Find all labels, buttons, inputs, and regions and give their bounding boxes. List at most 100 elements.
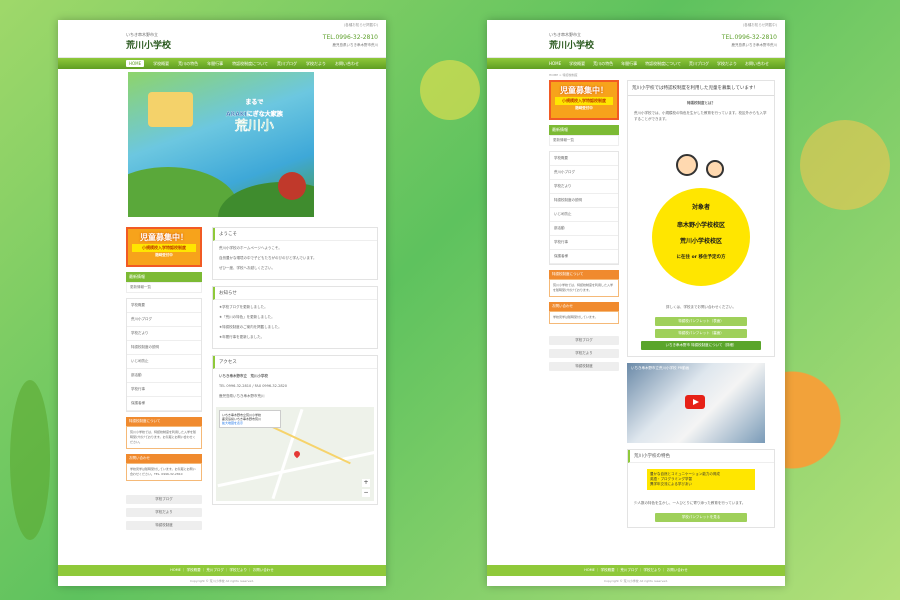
article-intro: 特認校制度とは？	[687, 101, 715, 105]
hero-line1: まるで	[245, 99, 264, 106]
nav-item[interactable]: 荒川ブログ	[277, 61, 297, 67]
sidebar-box-body[interactable]: 更新情報一覧	[549, 135, 619, 146]
poster-condition: に在住 or 移住予定の方	[676, 255, 726, 260]
sidebar-link-button[interactable]: 学校だより	[126, 508, 202, 517]
play-icon[interactable]	[685, 395, 705, 409]
sidebar-item[interactable]: 特認校制度の説明	[127, 341, 201, 355]
nav-item[interactable]: 特認校制度について	[645, 61, 681, 67]
sidebar-link-button[interactable]: 学校ブログ	[549, 336, 619, 345]
features-text: 少人数の特色を生かし、一人ひとりに寄り添った教育を行っています。	[634, 501, 746, 505]
sidebar-orange-title: お問い合わせ	[549, 302, 619, 311]
sidebar-item[interactable]: 保護者様	[550, 250, 618, 264]
features-box: 荒川小学校の特色 豊かな自然とコミュニケーション能力の育成 英語・プログラミング…	[627, 449, 775, 528]
background-blob	[420, 60, 480, 120]
school-pamphlet-button[interactable]: 学校パンフレットを見る	[655, 513, 747, 522]
recruit-banner[interactable]: 児童募集中！ 小規模校入学特認校制度 随時受付中	[126, 227, 202, 267]
access-info: いちき串木野市立 荒川小学校 TEL 0996-32-2810 / FAX 09…	[213, 369, 377, 407]
sidebar-box-body[interactable]: 更新情報一覧	[126, 282, 202, 293]
news-item[interactable]: ★学校ブログを更新しました。	[219, 304, 371, 310]
header-address: 鹿児島県いちき串木野市荒川	[332, 43, 379, 47]
site-footer: HOME ｜ 学校概要 ｜ 荒川ブログ ｜ 学校だより ｜ お問い合わせ Cop…	[58, 565, 386, 586]
nav-item-home[interactable]: HOME	[549, 61, 561, 66]
news-list: ★学校ブログを更新しました。 ★「荒川の特色」を更新しました。 ★特認校制度のご…	[213, 300, 377, 348]
map-enlarge-link[interactable]: 拡大地図を表示	[222, 421, 278, 425]
sidebar-link-button[interactable]: 学校だより	[549, 349, 619, 358]
pamphlet-front-button[interactable]: 特認校パンフレット（表面）	[655, 317, 747, 326]
poster-area-2: 荒川小学校校区	[679, 238, 722, 245]
news-item[interactable]: ★年間行事を更新しました。	[219, 334, 371, 340]
nav-item[interactable]: お問い合わせ	[335, 61, 359, 67]
nav-item[interactable]: 年間行事	[207, 61, 223, 67]
sidebar-item[interactable]: 荒川小ブログ	[127, 313, 201, 327]
zoom-in-button[interactable]: +	[362, 479, 370, 487]
article-text: 荒川小学校では、小規模校の特色を生かした教育を行っています。校区外からも入学する…	[634, 111, 767, 121]
header-notice: (各種お知らせ掲載中)	[343, 23, 378, 27]
access-title: アクセス	[213, 356, 377, 369]
poster-drumsticks	[666, 142, 736, 184]
hero-drum	[278, 172, 306, 200]
hero-building	[148, 92, 193, 127]
news-item[interactable]: ★特認校制度のご案内を掲載しました。	[219, 324, 371, 330]
zoom-out-button[interactable]: −	[362, 489, 370, 497]
sidebar-menu: 学校概要 荒川小ブログ 学校だより 特認校制度の説明 いじめ防止 部活動 学校行…	[126, 298, 202, 412]
pamphlet-back-button[interactable]: 特認校パンフレット（裏面）	[655, 329, 747, 338]
hero-illustration: まるで ARAKIにぎな大家族 荒川小	[128, 72, 314, 217]
recruit-title: 児童募集中！	[140, 233, 188, 242]
sidebar-item[interactable]: 部活動	[550, 222, 618, 236]
site-header: いちき串木野市立 荒川小学校 (各種お知らせ掲載中) TEL.0996-32-2…	[487, 20, 785, 58]
nav-item[interactable]: 特認校制度について	[232, 61, 268, 67]
footer-links[interactable]: HOME ｜ 学校概要 ｜ 荒川ブログ ｜ 学校だより ｜ お問い合わせ	[487, 565, 785, 576]
news-item[interactable]: ★「荒川の特色」を更新しました。	[219, 314, 371, 320]
nav-item[interactable]: 荒川ブログ	[689, 61, 709, 67]
sidebar-item[interactable]: いじめ防止	[550, 208, 618, 222]
welcome-line: 自然豊かな環境の中で子どもたちがのびのびと学んでいます。	[219, 256, 317, 260]
sidebar-link-button[interactable]: 特認校制度	[549, 362, 619, 371]
nav-item[interactable]: 年間行事	[621, 61, 637, 67]
site-title[interactable]: 荒川小学校	[126, 38, 171, 51]
footer-links[interactable]: HOME ｜ 学校概要 ｜ 荒川ブログ ｜ 学校だより ｜ お問い合わせ	[58, 565, 386, 576]
sidebar-item[interactable]: 学校行事	[127, 383, 201, 397]
welcome-title: ようこそ	[213, 228, 377, 241]
recruit-banner[interactable]: 児童募集中！ 小規模校入学特認校制度 随時受付中	[549, 80, 619, 120]
sidebar-item[interactable]: 学校だより	[550, 180, 618, 194]
nav-item[interactable]: 学校だより	[306, 61, 326, 67]
sidebar-item[interactable]: 部活動	[127, 369, 201, 383]
sidebar-item[interactable]: 学校だより	[127, 327, 201, 341]
sidebar-orange-body: 荒川小学校では、特認校制度を利用した入学を随時受け付けております。お気軽にお問い…	[126, 426, 202, 449]
homepage-screenshot: いちき串木野市立 荒川小学校 (各種お知らせ掲載中) TEL.0996-32-2…	[58, 20, 386, 586]
sidebar-item[interactable]: 学校概要	[550, 152, 618, 166]
nav-item[interactable]: 学校だより	[717, 61, 737, 67]
site-title[interactable]: 荒川小学校	[549, 38, 594, 51]
nav-item[interactable]: 学校概要	[569, 61, 585, 67]
hero-text: まるで ARAKIにぎな大家族 荒川小	[226, 97, 283, 133]
sidebar-item[interactable]: 保護者様	[127, 397, 201, 411]
sidebar-item[interactable]: 特認校制度の説明	[550, 194, 618, 208]
nav-item[interactable]: 学校概要	[153, 61, 169, 67]
sidebar-orange-title: 特認校制度について	[126, 417, 202, 426]
nav-item[interactable]: お問い合わせ	[745, 61, 769, 67]
welcome-box: ようこそ 荒川小学校のホームページへようこそ。 自然豊かな環境の中で子どもたちが…	[212, 227, 378, 280]
nav-item[interactable]: 荒川の特色	[593, 61, 613, 67]
tokuninko-detail-button[interactable]: いちき串木野市 特認校制度について（詳細）	[641, 341, 761, 350]
welcome-body: 荒川小学校のホームページへようこそ。 自然豊かな環境の中で子どもたちがのびのびと…	[213, 241, 377, 279]
sidebar-item[interactable]: 荒川小ブログ	[550, 166, 618, 180]
sidebar-item[interactable]: 学校行事	[550, 236, 618, 250]
nav-item-home[interactable]: HOME	[126, 60, 145, 67]
access-address: 鹿児島県いちき串木野市荒川	[219, 394, 265, 398]
welcome-line: 荒川小学校のホームページへようこそ。	[219, 246, 282, 250]
youtube-video[interactable]: いちき串木野市立荒川小学校 PR動画	[627, 363, 765, 443]
news-title: お知らせ	[213, 287, 377, 300]
sidebar: 児童募集中！ 小規模校入学特認校制度 随時受付中 最新情報 更新情報一覧 学校概…	[126, 227, 202, 530]
nav-item[interactable]: 荒川の特色	[178, 61, 198, 67]
map-pin-icon[interactable]	[292, 449, 302, 459]
sidebar-item[interactable]: いじめ防止	[127, 355, 201, 369]
sidebar-item[interactable]: 学校概要	[127, 299, 201, 313]
header-address: 鹿児島県いちき串木野市荒川	[731, 43, 778, 47]
sidebar-link-button[interactable]: 学校ブログ	[126, 495, 202, 504]
footer-copyright: Copyright © 荒川小学校 All rights reserved.	[487, 576, 785, 586]
sidebar-link-button[interactable]: 特認校制度	[126, 521, 202, 530]
breadcrumb[interactable]: HOME > 特認校制度	[549, 73, 578, 77]
features-highlight: 豊かな自然とコミュニケーション能力の育成 英語・プログラミング学習 異学年交流に…	[647, 469, 755, 490]
google-map[interactable]: いちき串木野市立荒川小学校 鹿児島県いちき串木野市荒川 拡大地図を表示 + −	[216, 407, 374, 501]
